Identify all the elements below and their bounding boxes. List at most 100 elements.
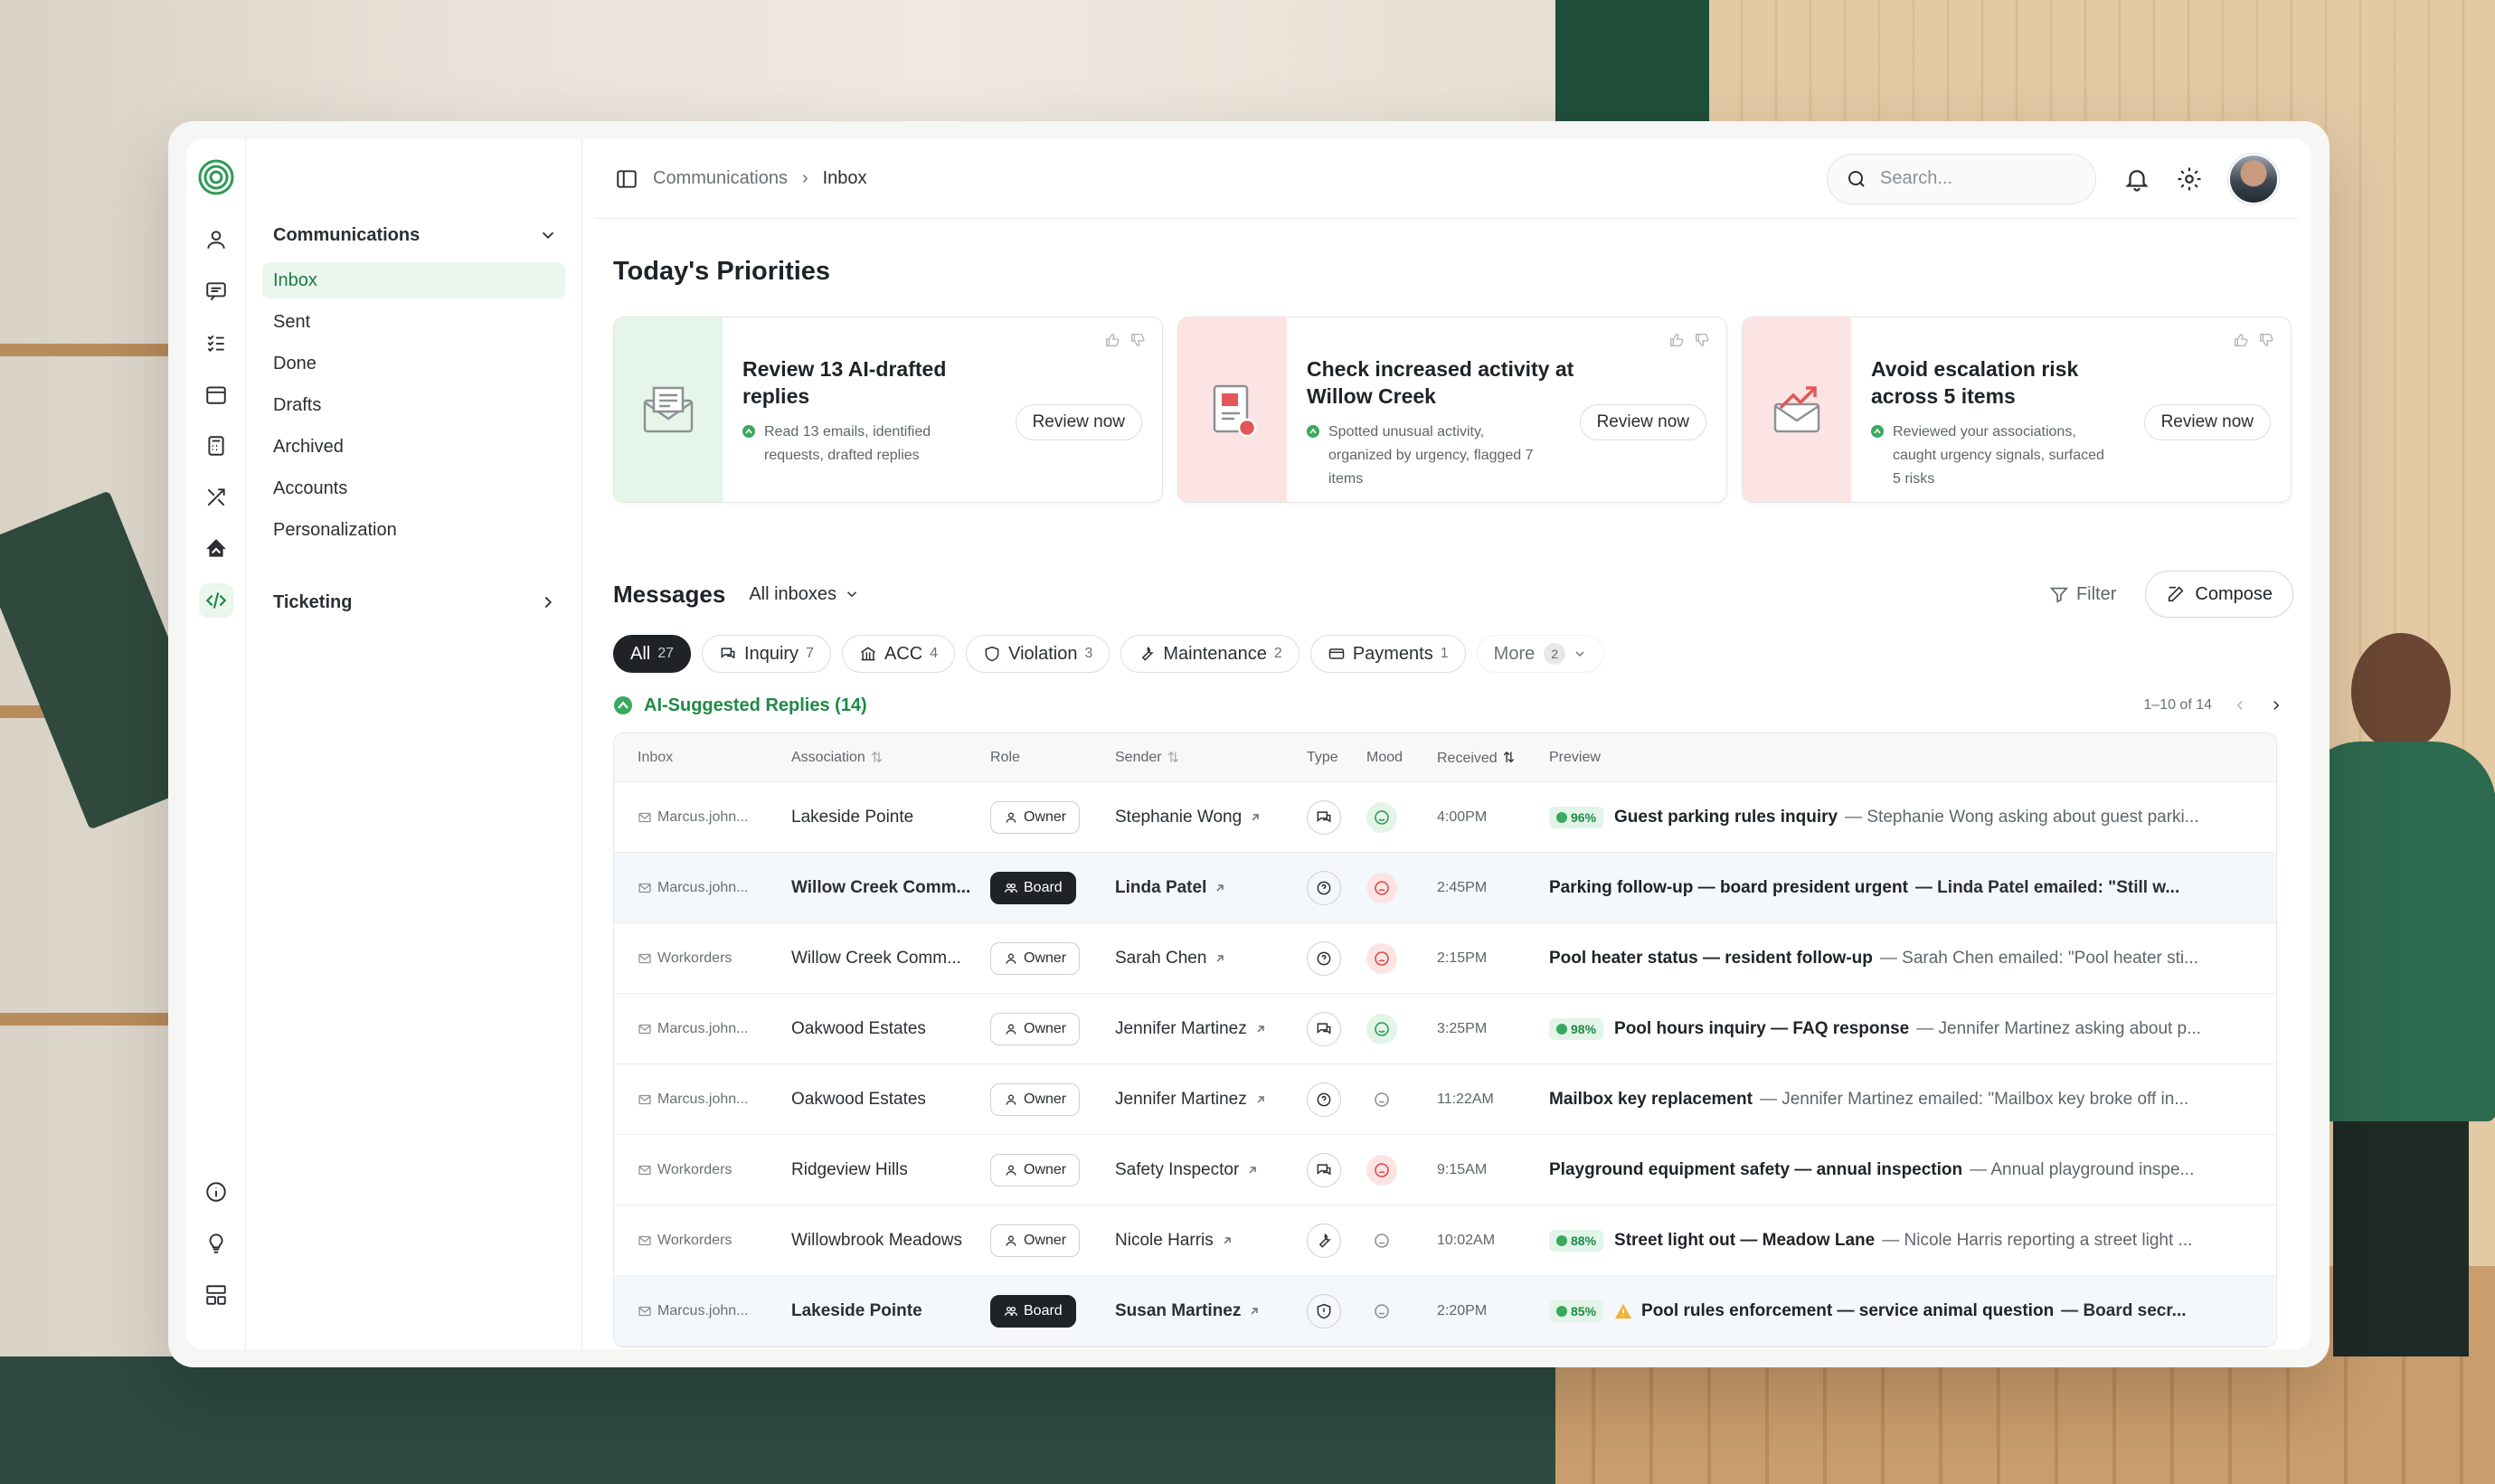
col-mood[interactable]: Mood [1366, 750, 1437, 766]
table-row[interactable]: Workorders Willowbrook Meadows Owner Nic… [614, 1205, 2276, 1276]
sender-name[interactable]: Jennifer Martinez [1115, 1090, 1247, 1110]
col-sender[interactable]: Sender ⇅ [1115, 749, 1307, 767]
sender-name[interactable]: Safety Inspector [1115, 1160, 1239, 1180]
thumbs-up-icon[interactable] [1668, 332, 1685, 348]
priority-card-willow-creek[interactable]: Check increased activity at Willow Creek… [1177, 317, 1727, 503]
sidebar-item-drafts[interactable]: Drafts [262, 387, 565, 423]
external-arrow-icon[interactable] [1248, 1305, 1261, 1318]
priority-card-ai-replies[interactable]: Review 13 AI-drafted replies Read 13 ema… [613, 317, 1163, 503]
priority-cards: Review 13 AI-drafted replies Read 13 ema… [613, 317, 2293, 503]
rail-contacts[interactable] [199, 222, 233, 257]
sidebar-item-inbox[interactable]: Inbox [262, 262, 565, 298]
sidebar-item-personalization[interactable]: Personalization [262, 512, 565, 548]
rail-info[interactable] [199, 1175, 233, 1209]
sender-name[interactable]: Jennifer Martinez [1115, 1019, 1247, 1039]
cell-association: Willow Creek Comm... [791, 878, 990, 898]
table-row[interactable]: Workorders Ridgeview Hills Owner Safety … [614, 1135, 2276, 1205]
table-row[interactable]: Marcus.john... Willow Creek Comm... Boar… [614, 853, 2276, 923]
bell-icon[interactable] [2123, 165, 2150, 193]
external-arrow-icon[interactable] [1221, 1234, 1233, 1247]
sidebar-item-sent[interactable]: Sent [262, 304, 565, 340]
cell-association: Ridgeview Hills [791, 1160, 990, 1180]
sidebar-item-done[interactable]: Done [262, 345, 565, 382]
cell-association: Oakwood Estates [791, 1019, 990, 1039]
chip-inquiry[interactable]: Inquiry 7 [702, 635, 831, 673]
ai-suggested-label[interactable]: AI-Suggested Replies (14) [613, 695, 867, 716]
external-arrow-icon[interactable] [1246, 1164, 1259, 1177]
edit-icon [2169, 586, 2184, 602]
sidebar-section-ticketing[interactable]: Ticketing [262, 584, 565, 620]
table-row[interactable]: Marcus.john... Lakeside Pointe Board Sus… [614, 1276, 2276, 1347]
cell-preview: 96% Guest parking rules inquiry — Stephani… [1549, 806, 2276, 828]
thumbs-down-icon[interactable] [2258, 332, 2274, 348]
chevron-right-icon[interactable] [2268, 697, 2284, 714]
review-now-button[interactable]: Review now [1015, 404, 1142, 440]
external-arrow-icon[interactable] [1214, 952, 1226, 965]
avatar[interactable] [2228, 153, 2279, 204]
review-now-button[interactable]: Review now [1579, 404, 1706, 440]
table-row[interactable]: Marcus.john... Lakeside Pointe Owner Ste… [614, 782, 2276, 853]
chip-acc[interactable]: ACC 4 [841, 635, 956, 673]
review-now-button[interactable]: Review now [2143, 404, 2271, 440]
table-row[interactable]: Marcus.john... Oakwood Estates Owner Jen… [614, 994, 2276, 1064]
sender-name[interactable]: Linda Patel [1115, 878, 1206, 898]
rail-calendar[interactable] [199, 377, 233, 411]
col-type[interactable]: Type [1307, 750, 1366, 766]
cell-type [1307, 1011, 1366, 1046]
thumbs-up-icon[interactable] [2233, 332, 2249, 348]
search-input[interactable]: Search... [1827, 153, 2096, 204]
rail-layout[interactable] [199, 1278, 233, 1312]
breadcrumb-communications[interactable]: Communications [653, 168, 788, 189]
sidebar-toggle-icon[interactable] [615, 167, 638, 191]
external-arrow-icon[interactable] [1214, 882, 1226, 894]
thumbs-up-icon[interactable] [1104, 332, 1120, 348]
sender-name[interactable]: Susan Martinez [1115, 1301, 1241, 1321]
brand-logo-icon[interactable] [198, 159, 234, 195]
sender-name[interactable]: Nicole Harris [1115, 1231, 1214, 1251]
col-inbox[interactable]: Inbox [614, 750, 791, 766]
sender-name[interactable]: Stephanie Wong [1115, 808, 1242, 827]
rail-calculator[interactable] [199, 429, 233, 463]
col-received[interactable]: Received ⇅ [1437, 749, 1549, 767]
sort-icon: ⇅ [1167, 750, 1179, 766]
sidebar-item-accounts[interactable]: Accounts [262, 470, 565, 506]
sidebar-section-communications[interactable]: Communications [262, 217, 565, 253]
sender-name[interactable]: Sarah Chen [1115, 949, 1206, 969]
external-arrow-icon[interactable] [1254, 1093, 1267, 1106]
chip-violation[interactable]: Violation 3 [966, 635, 1110, 673]
col-role[interactable]: Role [990, 750, 1115, 766]
col-association[interactable]: Association ⇅ [791, 749, 990, 767]
rail-ideas[interactable] [199, 1226, 233, 1261]
card-title: Review 13 AI-drafted replies [742, 357, 947, 408]
external-arrow-icon[interactable] [1254, 1023, 1267, 1035]
shield-type-icon [1317, 1303, 1331, 1319]
col-preview[interactable]: Preview [1549, 750, 2276, 766]
chip-label: Payments [1352, 643, 1433, 664]
chip-all[interactable]: All 27 [613, 635, 692, 673]
sidebar-item-archived[interactable]: Archived [262, 429, 565, 465]
chip-payments[interactable]: Payments 1 [1309, 635, 1466, 673]
inbox-selector[interactable]: All inboxes [749, 584, 860, 605]
rail-tasks[interactable] [199, 326, 233, 360]
chip-maintenance[interactable]: Maintenance 2 [1120, 635, 1299, 673]
cell-role: Owner [990, 1153, 1115, 1186]
rail-developer[interactable] [198, 583, 233, 618]
cell-mood [1366, 801, 1437, 833]
section-label: Communications [273, 224, 421, 245]
filter-button[interactable]: Filter [2049, 584, 2116, 605]
preview-subject: Parking follow-up — board president urge… [1549, 877, 1908, 897]
association-name: Ridgeview Hills [791, 1159, 908, 1179]
compose-button[interactable]: Compose [2145, 571, 2293, 618]
gear-icon[interactable] [2176, 165, 2203, 193]
table-row[interactable]: Marcus.john... Oakwood Estates Owner Jen… [614, 1064, 2276, 1135]
external-arrow-icon[interactable] [1249, 811, 1262, 824]
priority-card-escalation[interactable]: Avoid escalation risk across 5 items Rev… [1742, 317, 2292, 503]
chip-more[interactable]: More 2 [1476, 635, 1605, 673]
rail-tools[interactable] [199, 480, 233, 515]
chevron-left-icon[interactable] [2232, 697, 2248, 714]
thumbs-down-icon[interactable] [1694, 332, 1710, 348]
rail-messages[interactable] [199, 274, 233, 308]
thumbs-down-icon[interactable] [1129, 332, 1146, 348]
rail-home[interactable] [199, 532, 233, 566]
table-row[interactable]: Workorders Willow Creek Comm... Owner Sa… [614, 923, 2276, 994]
